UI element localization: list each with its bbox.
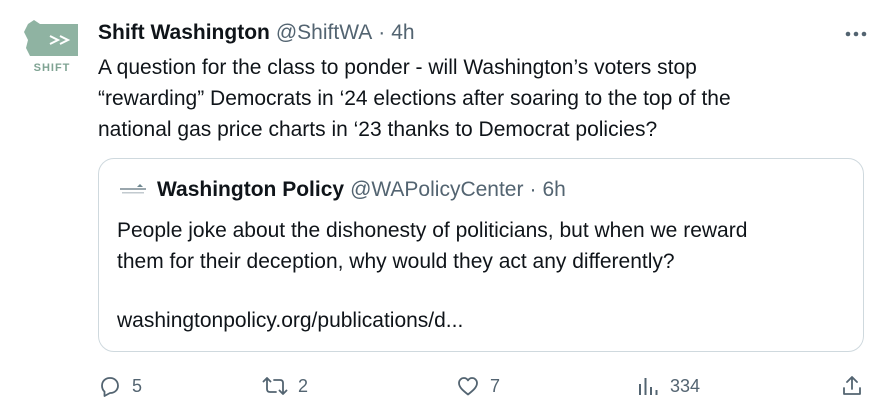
quoted-tweet-link[interactable]: washingtonpolicy.org/publications/d... xyxy=(117,305,463,336)
views-button[interactable]: 334 xyxy=(636,370,700,402)
more-options-button[interactable] xyxy=(844,22,868,46)
reply-button[interactable]: 5 xyxy=(98,370,142,402)
like-count: 7 xyxy=(490,375,501,396)
share-icon xyxy=(843,376,861,395)
more-icon xyxy=(845,31,867,37)
tweet-text: A question for the class to ponder - wil… xyxy=(98,56,731,141)
quoted-display-name[interactable]: Washington Policy xyxy=(157,178,344,202)
share-button[interactable] xyxy=(840,370,864,402)
views-icon xyxy=(639,378,658,395)
reply-count: 5 xyxy=(132,375,143,396)
user-handle[interactable]: @ShiftWA xyxy=(276,21,372,45)
like-button[interactable]: 7 xyxy=(456,370,500,402)
tweet[interactable]: SHIFT Shift Washington @ShiftWA · 4h A q… xyxy=(0,0,890,420)
avatar[interactable]: SHIFT xyxy=(20,18,84,82)
quoted-timestamp[interactable]: 6h xyxy=(542,178,565,202)
heart-icon xyxy=(458,377,478,396)
washington-state-icon xyxy=(24,20,78,56)
retweet-button[interactable]: 2 xyxy=(262,370,308,402)
action-bar: 5 2 7 334 xyxy=(98,370,864,402)
tweet-header: Shift Washington @ShiftWA · 4h xyxy=(98,18,415,48)
display-name[interactable]: Shift Washington xyxy=(98,21,270,45)
quoted-avatar xyxy=(117,178,149,202)
quoted-tweet-header: Washington Policy @WAPolicyCenter · 6h xyxy=(117,175,566,205)
avatar-label: SHIFT xyxy=(33,62,71,74)
view-count: 334 xyxy=(670,375,701,396)
retweet-icon xyxy=(262,377,288,395)
reply-icon xyxy=(101,377,119,397)
quoted-tweet[interactable]: Washington Policy @WAPolicyCenter · 6h P… xyxy=(98,158,864,352)
quoted-separator-dot: · xyxy=(529,178,537,201)
timestamp[interactable]: 4h xyxy=(391,21,414,45)
washington-policy-logo-icon xyxy=(120,184,146,194)
retweet-count: 2 xyxy=(298,375,309,396)
quoted-user-handle[interactable]: @WAPolicyCenter xyxy=(350,178,523,202)
separator-dot: · xyxy=(378,21,386,44)
quoted-tweet-text: People joke about the dishonesty of poli… xyxy=(117,219,748,273)
